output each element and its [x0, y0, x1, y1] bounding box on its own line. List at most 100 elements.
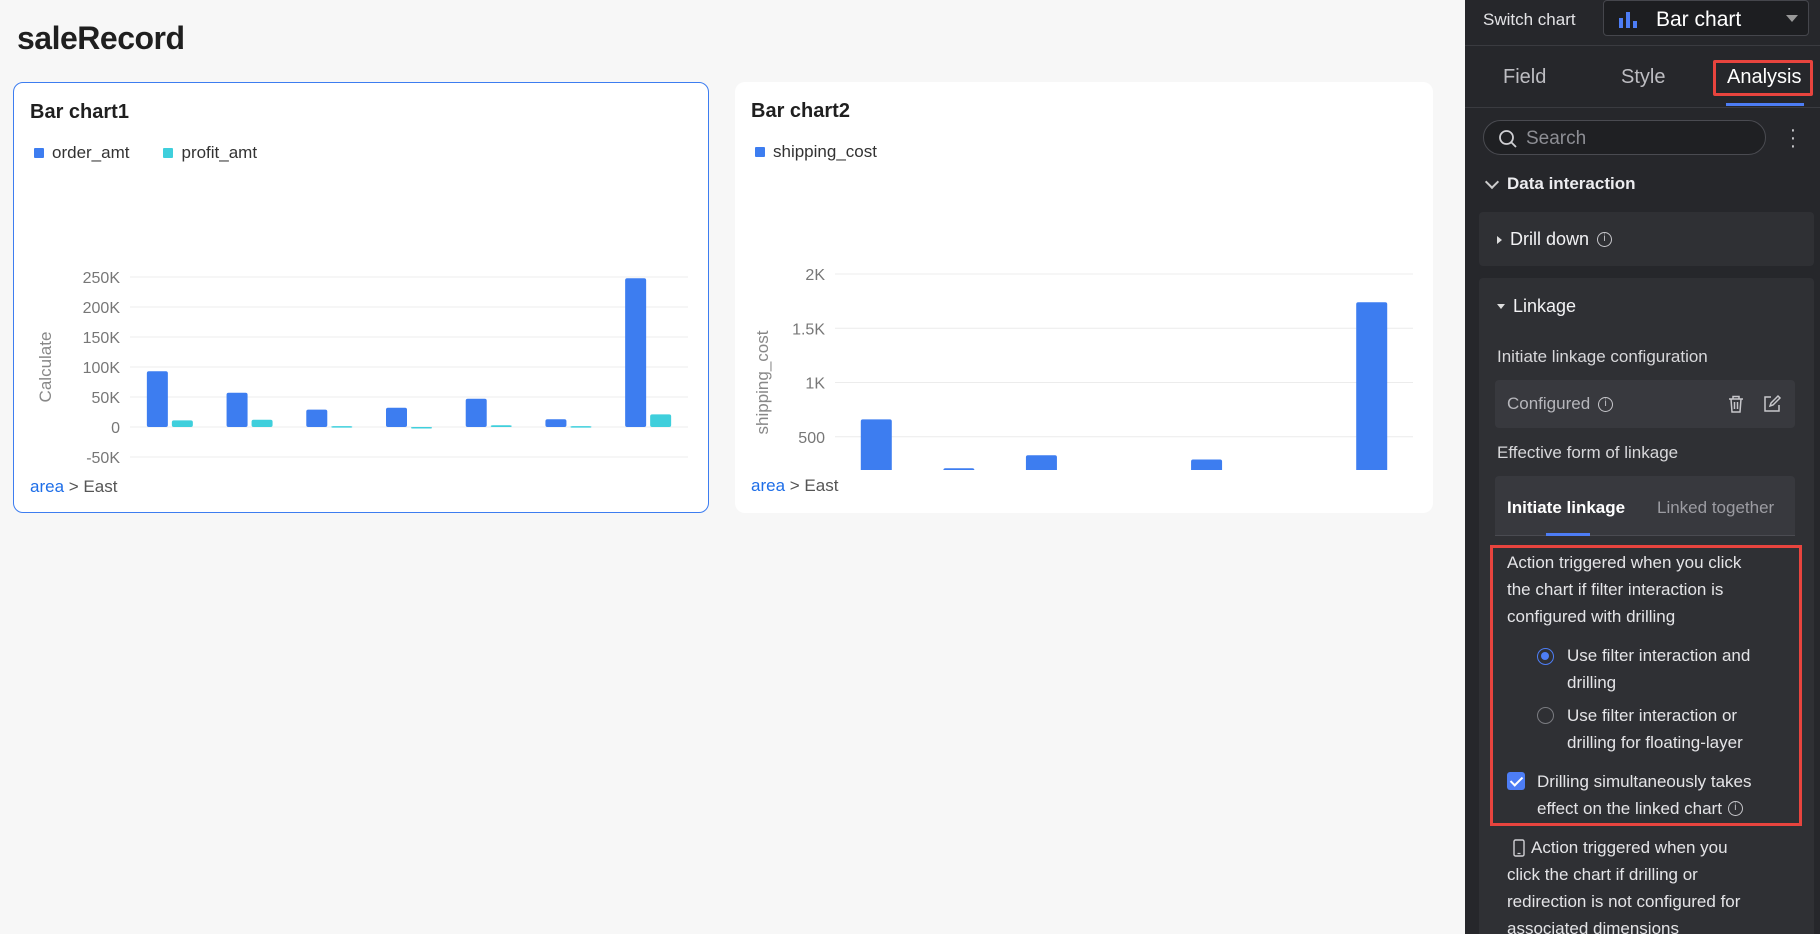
breadcrumb-current: > East	[789, 476, 839, 495]
checkbox-label[interactable]: Drilling simultaneously takes effect on …	[1537, 768, 1751, 822]
active-tab-indicator	[1546, 533, 1590, 536]
y-tick-label: 150K	[83, 330, 121, 347]
section-data-interaction[interactable]: Data interaction	[1484, 174, 1636, 194]
bar-chart-2[interactable]: 2K1.5K1K5000AnhuiFujianJiangsuJiangxiSha…	[735, 170, 1433, 470]
delete-icon[interactable]	[1727, 394, 1745, 414]
bar[interactable]	[490, 425, 512, 427]
bar[interactable]	[625, 278, 647, 427]
configured-label: Configured	[1507, 394, 1591, 413]
info-icon[interactable]: i	[1598, 396, 1614, 412]
y-tick-label: -50K	[86, 450, 120, 467]
text-segment: Action triggered when you	[1531, 838, 1728, 857]
bar[interactable]	[465, 398, 487, 427]
text-line: associated dimensions	[1507, 919, 1679, 934]
effective-form-label: Effective form of linkage	[1497, 443, 1679, 462]
legend-item-shipping-cost[interactable]: shipping_cost	[755, 142, 877, 162]
legend-swatch	[163, 148, 174, 158]
bar-chart-1[interactable]: 250K200K150K100K50K0-50KAnhuiFujianJiang…	[14, 171, 710, 471]
bar[interactable]	[570, 426, 592, 428]
config-panel: Switch chart Bar chart Field Style Analy…	[1465, 0, 1820, 934]
bar[interactable]	[943, 468, 975, 470]
bar[interactable]	[251, 419, 273, 427]
more-options-icon[interactable]: · · ·	[1788, 120, 1798, 156]
drill-down-header[interactable]: Drill down i	[1497, 229, 1613, 250]
bar[interactable]	[1191, 459, 1223, 470]
text-line: drilling for floating-layer	[1567, 733, 1743, 752]
switch-chart-row: Switch chart Bar chart	[1465, 0, 1820, 46]
section-title: Data interaction	[1507, 174, 1636, 193]
configured-field: Configured i	[1495, 380, 1795, 428]
bar[interactable]	[331, 426, 353, 428]
bar[interactable]	[1025, 455, 1057, 470]
search-icon	[1499, 130, 1517, 148]
bar[interactable]	[386, 407, 407, 427]
legend-item-profit-amt[interactable]: profit_amt	[163, 143, 257, 163]
chart-title: Bar chart1	[30, 101, 129, 123]
y-tick-label: 500	[798, 430, 825, 447]
mobile-icon	[1513, 838, 1525, 857]
chart-type-select[interactable]: Bar chart	[1603, 0, 1809, 36]
radio-filter-and-drilling[interactable]	[1537, 648, 1554, 665]
bar[interactable]	[545, 419, 567, 427]
breadcrumb: area > East	[751, 476, 838, 496]
bar[interactable]	[146, 371, 168, 427]
legend-item-order-amt[interactable]: order_amt	[34, 143, 129, 163]
switch-chart-label: Switch chart	[1483, 10, 1576, 29]
bar-chart-icon	[1619, 12, 1637, 28]
bar[interactable]	[411, 427, 432, 429]
info-icon[interactable]: i	[1727, 801, 1743, 816]
y-tick-label: 1.5K	[792, 321, 825, 338]
y-tick-label: 1K	[805, 376, 825, 393]
y-tick-label: 100K	[83, 360, 121, 377]
breadcrumb-link-area[interactable]: area	[30, 477, 64, 496]
action-description: Action triggered when you click the char…	[1507, 549, 1741, 630]
tab-field[interactable]: Field	[1503, 66, 1546, 89]
caret-right-icon	[1497, 235, 1502, 244]
y-tick-label: 200K	[83, 300, 121, 317]
bar[interactable]	[171, 420, 193, 427]
text-line: drilling	[1567, 673, 1617, 692]
breadcrumb-link-area[interactable]: area	[751, 476, 785, 495]
chevron-down-icon	[1786, 15, 1798, 22]
y-tick-label: 0	[111, 420, 120, 437]
tab-style[interactable]: Style	[1621, 66, 1665, 89]
legend-label: order_amt	[52, 143, 130, 162]
drill-down-section[interactable]: Drill down i	[1479, 212, 1814, 266]
bar[interactable]	[226, 392, 248, 427]
bar[interactable]	[306, 409, 328, 427]
action-description-2: Action triggered when you click the char…	[1507, 834, 1740, 934]
edit-icon[interactable]	[1762, 394, 1782, 414]
radio-label[interactable]: Use filter interaction and drilling	[1567, 642, 1750, 696]
y-axis-label: shipping_cost	[753, 330, 772, 434]
tab-linked-together[interactable]: Linked together	[1657, 498, 1774, 518]
breadcrumb-current: > East	[68, 477, 118, 496]
bar[interactable]	[650, 414, 672, 427]
linkage-form-tabs: Initiate linkage Linked together	[1495, 476, 1795, 536]
drilling-linked-checkbox[interactable]	[1507, 772, 1525, 790]
bar[interactable]	[860, 419, 892, 470]
radio-filter-or-drilling[interactable]	[1537, 707, 1554, 724]
chart-type-value: Bar chart	[1656, 8, 1742, 31]
configured-status: Configured i	[1507, 394, 1614, 414]
info-icon[interactable]: i	[1597, 232, 1613, 247]
linkage-label: Linkage	[1513, 296, 1577, 316]
initiate-config-label: Initiate linkage configuration	[1497, 347, 1708, 366]
legend-label: shipping_cost	[773, 142, 877, 161]
text-line: Action triggered when you	[1507, 834, 1740, 861]
y-tick-label: 50K	[92, 390, 121, 407]
radio-label[interactable]: Use filter interaction or drilling for f…	[1567, 702, 1743, 756]
text-line: the chart if filter interaction is	[1507, 580, 1724, 599]
y-tick-label: 2K	[805, 267, 825, 284]
text-line: Drilling simultaneously takes	[1537, 772, 1752, 791]
highlight-box	[1713, 60, 1813, 96]
chart-card-1[interactable]: Bar chart1 order_amt profit_amt 250K 200K…	[13, 82, 709, 513]
y-tick-label: 250K	[83, 270, 121, 287]
tab-initiate-linkage[interactable]: Initiate linkage	[1507, 498, 1625, 518]
breadcrumb: area > East	[30, 477, 117, 497]
linkage-header[interactable]: Linkage	[1497, 296, 1576, 317]
bar[interactable]	[1356, 302, 1388, 470]
text-line: Use filter interaction and	[1567, 646, 1751, 665]
text-line: effect on the linked chart i	[1537, 795, 1751, 822]
search-input[interactable]: Search	[1483, 120, 1766, 155]
chart-card-2[interactable]: Bar chart2 shipping_cost 2K1.5K1K5000Anh…	[735, 82, 1433, 513]
